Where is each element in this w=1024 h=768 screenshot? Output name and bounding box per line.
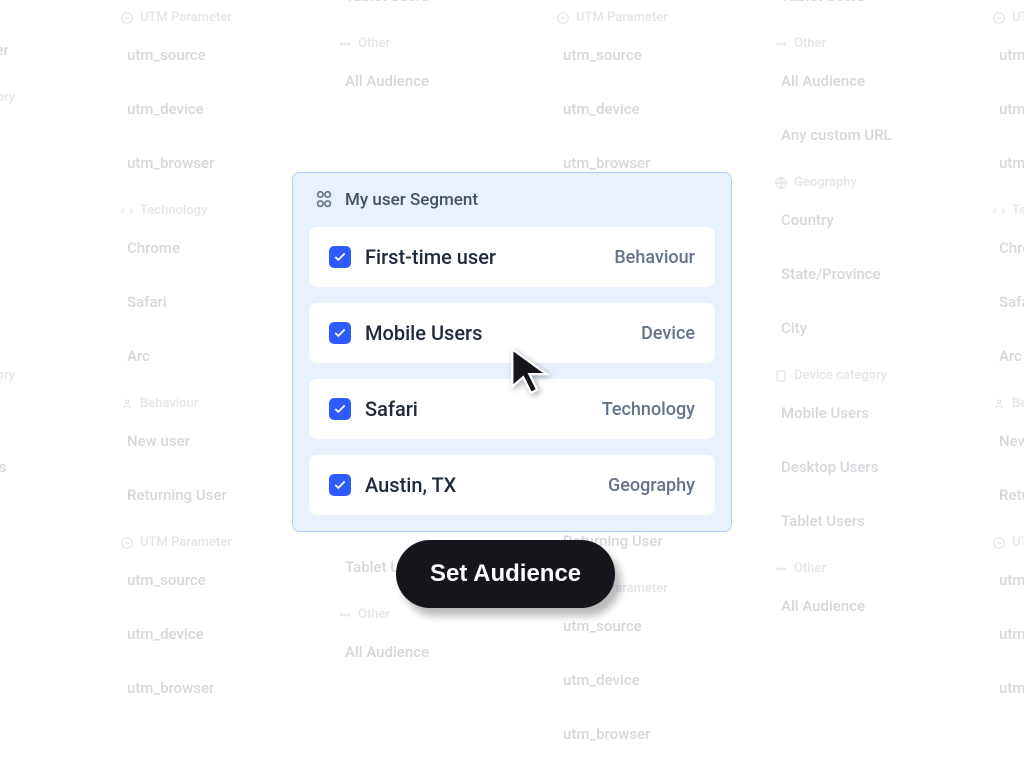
segment-title: My user Segment [345, 190, 478, 210]
bg-item: utm_device [980, 85, 1024, 133]
bg-item: Tablet Users [762, 0, 972, 20]
bg-item: Any custom URL [762, 111, 972, 159]
segment-row-mobile-users[interactable]: Mobile Users Device [309, 303, 715, 363]
segment-header: My user Segment [309, 189, 715, 211]
segment-label: Austin, TX [365, 473, 594, 497]
check-icon [333, 478, 347, 492]
bg-heading: Other [326, 26, 536, 57]
bg-item: All Audience [326, 57, 536, 105]
bg-item: utm_source [544, 602, 754, 650]
bg-item: utm_source [108, 556, 318, 604]
bg-heading: UTM Parameter [108, 0, 318, 31]
bg-heading: Behaviour [980, 386, 1024, 417]
bg-item [0, 0, 100, 20]
bg-item: utm_device [108, 85, 318, 133]
bg-item: Desktop Users [0, 443, 100, 491]
bg-heading: Other [762, 551, 972, 582]
bg-item [0, 111, 100, 159]
bg-item: New user [108, 417, 318, 465]
segment-label: First-time user [365, 245, 600, 269]
segment-row-first-time-user[interactable]: First-time user Behaviour [309, 227, 715, 287]
segment-row-austin-tx[interactable]: Austin, TX Geography [309, 455, 715, 515]
bg-item: utm_device [980, 610, 1024, 658]
bg-item: Mobile Users [0, 389, 100, 437]
bg-column: Returning User Device category URLAny Dev… [0, 0, 100, 768]
segment-category: Behaviour [614, 247, 695, 268]
bg-item [0, 165, 100, 213]
segment-category: Geography [608, 475, 695, 496]
bg-item: State/Province [762, 250, 972, 298]
bg-heading: Device category [762, 358, 972, 389]
bg-heading: Device category [0, 358, 100, 389]
bg-item: Desktop Users [762, 443, 972, 491]
bg-heading: UTM Parameter [980, 0, 1024, 31]
bg-item [0, 304, 100, 352]
bg-item: utm_browser [544, 710, 754, 758]
bg-heading: UTM Parameter [108, 525, 318, 556]
bg-heading: Other [762, 26, 972, 57]
bg-item: Tablet Users [326, 0, 536, 20]
bg-item: Safari [108, 278, 318, 326]
checkbox-checked[interactable] [329, 246, 351, 268]
checkbox-checked[interactable] [329, 322, 351, 344]
check-icon [333, 326, 347, 340]
bg-column: UTM Parameterutm_sourceutm_deviceutm_bro… [108, 0, 318, 768]
bg-item: Returning User [0, 26, 100, 74]
bg-item: Arc [108, 332, 318, 380]
bg-item: utm_browser [108, 664, 318, 712]
bg-item: All Audience [326, 628, 536, 676]
bg-item: utm_source [544, 31, 754, 79]
bg-heading: Behaviour [108, 386, 318, 417]
checkbox-checked[interactable] [329, 398, 351, 420]
bg-item: Returning User [108, 471, 318, 519]
bg-item: Chrome [108, 224, 318, 272]
bg-heading: Technology [108, 193, 318, 224]
bg-heading: URL [0, 219, 100, 250]
bg-item: Tablet Users [762, 497, 972, 545]
bg-item: utm_device [108, 610, 318, 658]
bg-item: utm_browser [980, 139, 1024, 187]
bg-item: utm_browser [980, 664, 1024, 712]
bg-item [326, 111, 536, 159]
bg-heading: Geography [762, 165, 972, 196]
segment-category: Device [641, 323, 695, 344]
check-icon [333, 402, 347, 416]
bg-column: Tablet UsersOtherAll AudienceAny custom … [762, 0, 972, 768]
bg-item: Returning User [980, 471, 1024, 519]
segment-label: Mobile Users [365, 321, 627, 345]
bg-item [0, 581, 100, 629]
bg-item: utm_source [108, 31, 318, 79]
bg-heading: UTM Parameter [544, 0, 754, 31]
bg-item: Safari [980, 278, 1024, 326]
segment-row-safari[interactable]: Safari Technology [309, 379, 715, 439]
bg-heading: Technology [980, 193, 1024, 224]
bg-item: utm_device [544, 85, 754, 133]
segment-label: Safari [365, 397, 588, 421]
check-icon [333, 250, 347, 264]
bg-item: Tablet [0, 497, 100, 545]
bg-item: Arc [980, 332, 1024, 380]
bg-item: utm_source [980, 31, 1024, 79]
bg-item: All Audience [762, 582, 972, 630]
set-audience-button[interactable]: Set Audience [396, 540, 615, 608]
bg-item: Mobile Users [762, 389, 972, 437]
bg-item: City [762, 304, 972, 352]
segment-category: Technology [602, 399, 695, 420]
bg-heading: UTM Parameter [980, 525, 1024, 556]
bg-item: All Audience [762, 57, 972, 105]
checkbox-checked[interactable] [329, 474, 351, 496]
bg-heading: Device category [0, 80, 100, 111]
bg-item: utm_browser [108, 139, 318, 187]
bg-item: utm_device [544, 656, 754, 704]
bg-item: New user [980, 417, 1024, 465]
users-icon [313, 189, 335, 211]
bg-column: UTM Parameterutm_sourceutm_deviceutm_bro… [980, 0, 1024, 768]
bg-heading [0, 551, 100, 581]
bg-item: Country [762, 196, 972, 244]
bg-item: Chrome [980, 224, 1024, 272]
bg-item: Any [0, 250, 100, 298]
bg-item: utm_source [980, 556, 1024, 604]
segment-panel: My user Segment First-time user Behaviou… [292, 172, 732, 532]
